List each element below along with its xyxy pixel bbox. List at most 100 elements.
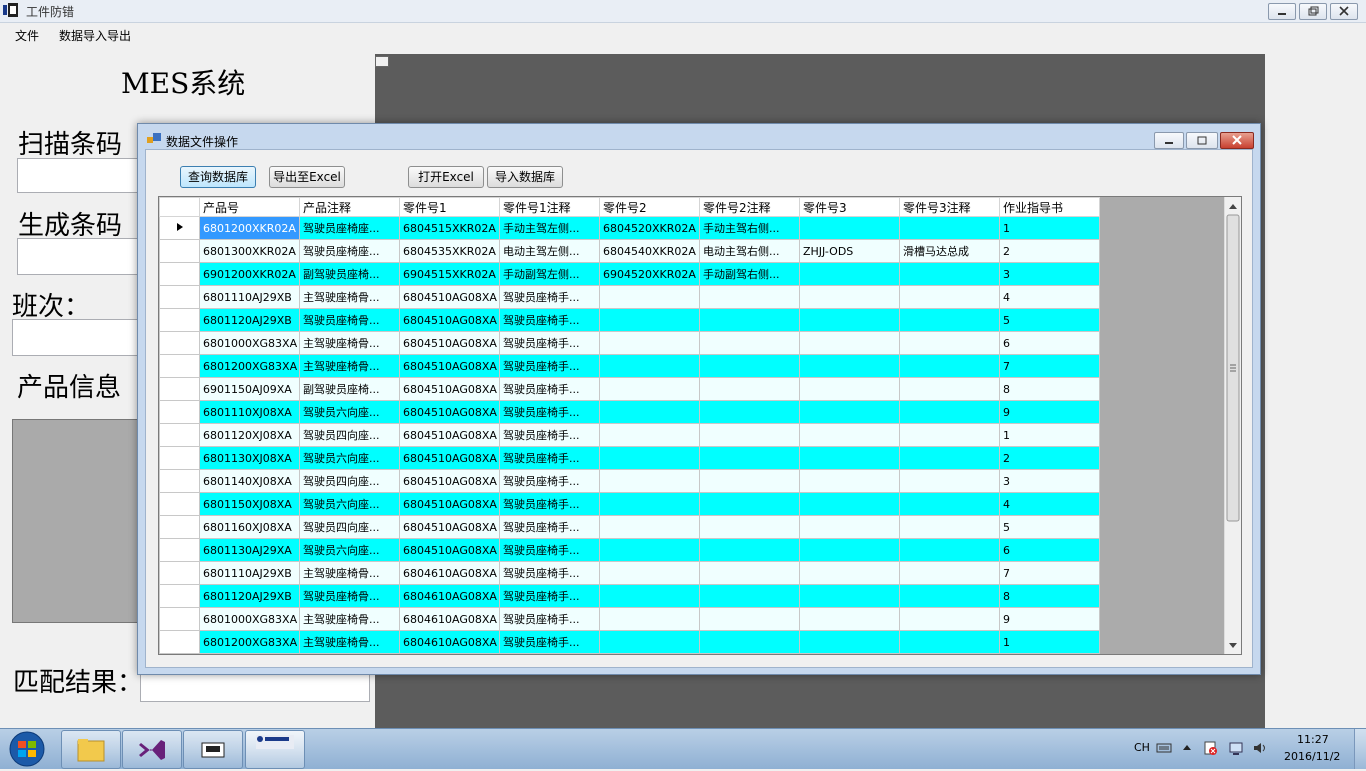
- table-cell[interactable]: [799, 400, 900, 424]
- table-cell[interactable]: 副驾驶员座椅...: [299, 262, 400, 286]
- table-cell[interactable]: 驾驶员座椅手...: [499, 515, 600, 539]
- row-header[interactable]: [159, 630, 200, 654]
- table-cell[interactable]: 6801000XG83XA: [199, 607, 300, 631]
- table-cell[interactable]: 6804510AG08XA: [399, 492, 500, 516]
- close-button[interactable]: [1330, 3, 1358, 20]
- network-icon[interactable]: [1228, 740, 1244, 756]
- table-cell[interactable]: 4: [999, 492, 1100, 516]
- table-row[interactable]: 6801000XG83XA 主驾驶座椅骨... 6804610AG08XA 驾驶员座椅…: [159, 607, 1100, 631]
- table-cell[interactable]: 5: [999, 515, 1100, 539]
- table-cell[interactable]: [799, 262, 900, 286]
- table-cell[interactable]: 驾驶员座椅手...: [499, 492, 600, 516]
- table-cell[interactable]: 6904515XKR02A: [399, 262, 500, 286]
- table-cell[interactable]: [899, 400, 1000, 424]
- table-cell[interactable]: [799, 377, 900, 401]
- table-cell[interactable]: [699, 515, 800, 539]
- table-cell[interactable]: 驾驶员座椅手...: [499, 423, 600, 447]
- table-cell[interactable]: 7: [999, 354, 1100, 378]
- table-cell[interactable]: 6801120AJ29XB: [199, 584, 300, 608]
- table-cell[interactable]: 滑槽马达总成: [899, 239, 1000, 263]
- small-handle[interactable]: [375, 56, 389, 67]
- table-cell[interactable]: [599, 446, 700, 470]
- table-cell[interactable]: 6801200XKR02A: [199, 216, 300, 240]
- keyboard-icon[interactable]: [1156, 742, 1172, 754]
- table-cell[interactable]: 6804510AG08XA: [399, 423, 500, 447]
- table-cell[interactable]: [599, 561, 700, 585]
- table-row[interactable]: 6801130XJ08XA 驾驶员六向座... 6804510AG08XA 驾驶员座椅…: [159, 446, 1100, 470]
- row-header[interactable]: [159, 262, 200, 286]
- table-cell[interactable]: [899, 216, 1000, 240]
- column-header[interactable]: 产品注释: [299, 197, 400, 217]
- table-cell[interactable]: [599, 400, 700, 424]
- generate-barcode-input[interactable]: [17, 238, 139, 275]
- row-header[interactable]: [159, 423, 200, 447]
- table-cell[interactable]: [799, 285, 900, 309]
- table-cell[interactable]: 6804515XKR02A: [399, 216, 500, 240]
- table-cell[interactable]: [599, 492, 700, 516]
- table-cell[interactable]: 9: [999, 607, 1100, 631]
- table-cell[interactable]: [899, 515, 1000, 539]
- table-cell[interactable]: 驾驶员座椅手...: [499, 400, 600, 424]
- table-cell[interactable]: [899, 285, 1000, 309]
- table-cell[interactable]: 驾驶员座椅骨...: [299, 584, 400, 608]
- table-cell[interactable]: 驾驶员座椅手...: [499, 469, 600, 493]
- table-cell[interactable]: 6901200XKR02A: [199, 262, 300, 286]
- table-cell[interactable]: 6804510AG08XA: [399, 538, 500, 562]
- clock-date[interactable]: 2016/11/2: [1284, 750, 1340, 763]
- table-cell[interactable]: 6804610AG08XA: [399, 561, 500, 585]
- table-cell[interactable]: 6804510AG08XA: [399, 285, 500, 309]
- table-cell[interactable]: 8: [999, 584, 1100, 608]
- row-header[interactable]: [159, 285, 200, 309]
- table-row[interactable]: 6801300XKR02A 驾驶员座椅座... 6804535XKR02A 电动主驾左…: [159, 239, 1100, 263]
- table-cell[interactable]: 驾驶员六向座...: [299, 538, 400, 562]
- table-cell[interactable]: 6804610AG08XA: [399, 607, 500, 631]
- table-cell[interactable]: 6801130XJ08XA: [199, 446, 300, 470]
- table-cell[interactable]: 驾驶员座椅座...: [299, 216, 400, 240]
- table-cell[interactable]: [799, 561, 900, 585]
- row-header[interactable]: [159, 561, 200, 585]
- table-cell[interactable]: [599, 630, 700, 654]
- table-cell[interactable]: 6804535XKR02A: [399, 239, 500, 263]
- table-row[interactable]: 6801120AJ29XB 驾驶员座椅骨... 6804610AG08XA 驾驶员座椅…: [159, 584, 1100, 608]
- table-cell[interactable]: 6: [999, 538, 1100, 562]
- table-cell[interactable]: 驾驶员六向座...: [299, 400, 400, 424]
- table-cell[interactable]: 驾驶员座椅手...: [499, 377, 600, 401]
- table-cell[interactable]: 驾驶员座椅手...: [499, 561, 600, 585]
- row-header[interactable]: [159, 584, 200, 608]
- table-cell[interactable]: [899, 584, 1000, 608]
- table-cell[interactable]: 6: [999, 331, 1100, 355]
- table-cell[interactable]: 6801000XG83XA: [199, 331, 300, 355]
- table-cell[interactable]: [899, 561, 1000, 585]
- table-cell[interactable]: 驾驶员四向座...: [299, 423, 400, 447]
- import-database-button[interactable]: 导入数据库: [487, 166, 563, 188]
- table-cell[interactable]: 6801130AJ29XA: [199, 538, 300, 562]
- table-cell[interactable]: [599, 308, 700, 332]
- table-cell[interactable]: 驾驶员座椅手...: [499, 630, 600, 654]
- table-cell[interactable]: [699, 308, 800, 332]
- table-cell[interactable]: [899, 630, 1000, 654]
- table-cell[interactable]: 手动主驾右侧...: [699, 216, 800, 240]
- table-cell[interactable]: 6804510AG08XA: [399, 331, 500, 355]
- start-button[interactable]: [5, 730, 49, 768]
- column-header[interactable]: 产品号: [199, 197, 300, 217]
- table-row[interactable]: 6801110AJ29XB 主驾驶座椅骨... 6804510AG08XA 驾驶员座椅…: [159, 285, 1100, 309]
- table-row[interactable]: 6801000XG83XA 主驾驶座椅骨... 6804510AG08XA 驾驶员座椅…: [159, 331, 1100, 355]
- table-cell[interactable]: [799, 216, 900, 240]
- table-cell[interactable]: [599, 538, 700, 562]
- table-cell[interactable]: 6804610AG08XA: [399, 584, 500, 608]
- table-cell[interactable]: [799, 515, 900, 539]
- table-cell[interactable]: 主驾驶座椅骨...: [299, 561, 400, 585]
- table-cell[interactable]: ZHJJ-ODS: [799, 239, 900, 263]
- table-cell[interactable]: 6804510AG08XA: [399, 446, 500, 470]
- menu-file[interactable]: 文件: [15, 27, 39, 44]
- table-cell[interactable]: 6804540XKR02A: [599, 239, 700, 263]
- table-cell[interactable]: 3: [999, 469, 1100, 493]
- column-header[interactable]: 零件号3: [799, 197, 900, 217]
- restore-button[interactable]: [1299, 3, 1327, 20]
- language-indicator[interactable]: CH: [1134, 741, 1150, 754]
- row-header[interactable]: [159, 492, 200, 516]
- table-cell[interactable]: [799, 469, 900, 493]
- row-header[interactable]: [159, 607, 200, 631]
- table-cell[interactable]: 手动副驾右侧...: [699, 262, 800, 286]
- table-cell[interactable]: [599, 331, 700, 355]
